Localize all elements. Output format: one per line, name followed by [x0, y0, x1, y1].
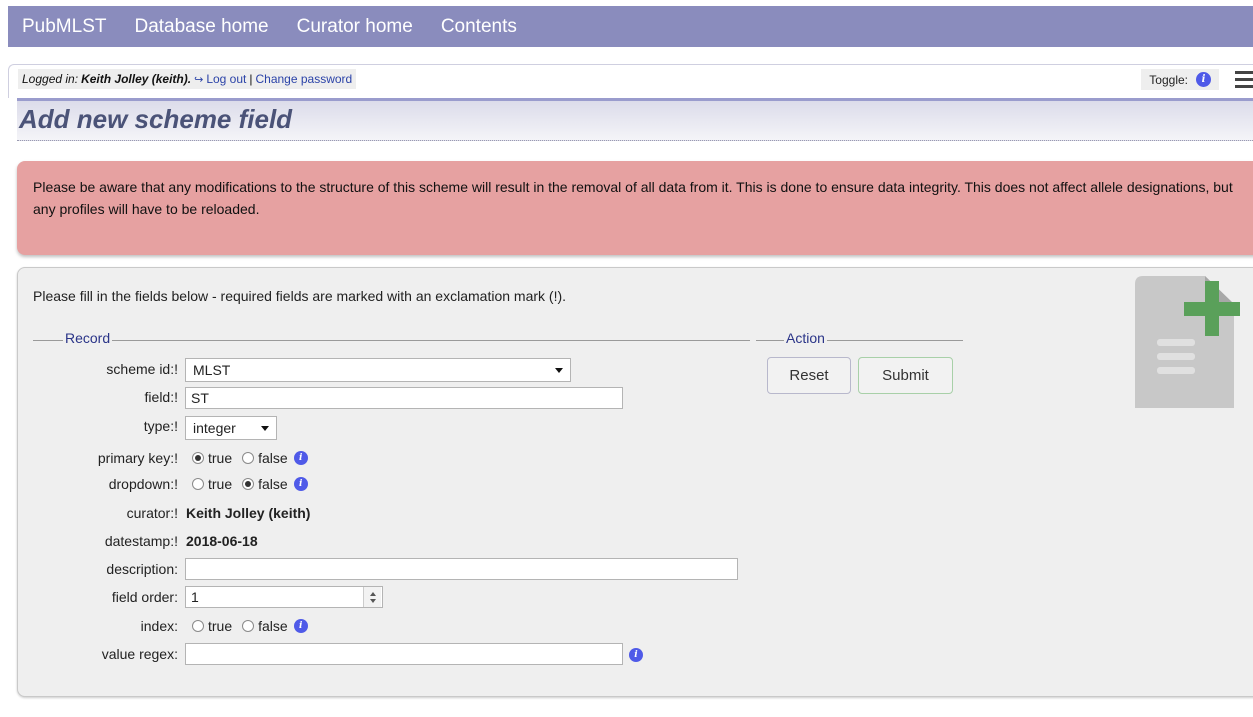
info-circle-icon[interactable]: i — [629, 648, 643, 662]
help-toggle: Toggle: i — [1141, 69, 1219, 90]
field-input[interactable]: ST — [185, 387, 623, 409]
nav-curator-home[interactable]: Curator home — [297, 16, 413, 38]
description-input[interactable] — [185, 558, 738, 580]
index-true-radio[interactable] — [192, 620, 204, 632]
primary-key-radios: true false i — [192, 450, 308, 466]
page-title-bar: Add new scheme field — [17, 98, 1253, 141]
index-radios: true false i — [192, 618, 308, 634]
hamburger-menu-icon[interactable] — [1235, 71, 1253, 92]
primary-key-false-label: false — [258, 450, 288, 466]
field-label: field:! — [144, 389, 178, 405]
login-separator: | — [249, 72, 253, 86]
primary-key-false-radio[interactable] — [242, 452, 255, 464]
form-panel: Please fill in the fields below - requir… — [17, 267, 1253, 697]
stepper-up-icon[interactable] — [369, 591, 376, 596]
top-nav-bar: PubMLST Database home Curator home Conte… — [8, 6, 1253, 47]
type-value: integer — [193, 420, 236, 436]
primary-key-true-label: true — [208, 450, 233, 466]
login-bar: Logged in: Keith Jolley (keith). ↪ Log ou… — [8, 64, 1253, 98]
warning-text: Please be aware that any modifications t… — [33, 179, 1233, 217]
type-label: type:! — [143, 418, 178, 434]
index-label: index: — [140, 618, 178, 634]
index-true-label: true — [208, 618, 233, 634]
field-order-stepper[interactable] — [363, 587, 381, 607]
info-circle-icon[interactable]: i — [293, 451, 308, 465]
info-circle-icon[interactable]: i — [293, 619, 308, 633]
logged-in-user: Keith Jolley (keith). — [81, 72, 192, 86]
document-plus-icon — [1135, 276, 1240, 408]
stepper-down-icon[interactable] — [369, 598, 376, 603]
info-circle-icon[interactable]: i — [293, 477, 308, 491]
info-toggle-icon[interactable]: i — [1196, 72, 1211, 87]
scheme-id-select[interactable]: MLST — [185, 358, 571, 382]
primary-key-true-radio[interactable] — [192, 452, 204, 464]
scheme-id-label: scheme id:! — [106, 361, 178, 377]
page-title: Add new scheme field — [19, 104, 293, 134]
nav-contents[interactable]: Contents — [441, 16, 517, 38]
record-legend: Record — [63, 330, 113, 346]
chevron-down-icon — [261, 425, 269, 431]
curator-label: curator:! — [126, 505, 178, 521]
toggle-label: Toggle: — [1149, 72, 1188, 87]
reset-button[interactable]: Reset — [767, 357, 851, 394]
scheme-id-value: MLST — [193, 362, 231, 378]
value-regex-label: value regex: — [101, 646, 178, 662]
datestamp-label: datestamp:! — [104, 533, 178, 549]
description-label: description: — [106, 561, 178, 577]
change-password-link[interactable]: Change password — [255, 72, 352, 86]
index-false-label: false — [258, 618, 288, 634]
dropdown-false-label: false — [258, 476, 288, 492]
action-legend: Action — [784, 330, 827, 346]
nav-pubmlst[interactable]: PubMLST — [22, 16, 106, 38]
logged-in-prefix: Logged in: — [22, 72, 79, 86]
login-info: Logged in: Keith Jolley (keith). ↪ Log ou… — [18, 69, 357, 89]
field-order-input[interactable]: 1 — [185, 586, 383, 608]
nav-database-home[interactable]: Database home — [134, 16, 268, 38]
sign-out-icon[interactable]: ↪ — [194, 73, 203, 86]
record-fieldset-border — [33, 340, 750, 341]
type-select[interactable]: integer — [185, 416, 277, 440]
warning-box: Please be aware that any modifications t… — [17, 161, 1253, 255]
logout-link[interactable]: Log out — [206, 72, 246, 86]
field-order-label: field order: — [111, 589, 178, 605]
dropdown-true-radio[interactable] — [192, 478, 204, 490]
curator-value: Keith Jolley (keith) — [186, 505, 311, 521]
submit-button[interactable]: Submit — [858, 357, 953, 394]
datestamp-value: 2018-06-18 — [186, 533, 258, 549]
form-intro: Please fill in the fields below - requir… — [33, 288, 567, 304]
dropdown-label: dropdown:! — [108, 476, 178, 492]
dropdown-true-label: true — [208, 476, 233, 492]
dropdown-false-radio[interactable] — [242, 478, 255, 490]
dropdown-radios: true false i — [192, 476, 308, 492]
index-false-radio[interactable] — [242, 620, 255, 632]
primary-key-label: primary key:! — [97, 450, 178, 466]
chevron-down-icon — [555, 367, 563, 373]
value-regex-input[interactable] — [185, 643, 623, 665]
